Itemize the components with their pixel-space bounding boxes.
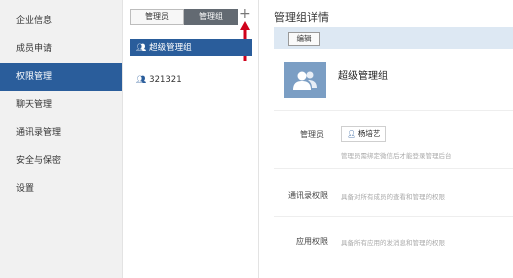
tab-admin-groups[interactable]: 管理组 xyxy=(184,9,238,25)
sidebar-item-contacts-management[interactable]: 通讯录管理 xyxy=(0,119,122,147)
page-title: 管理组详情 xyxy=(274,11,329,24)
group-list-panel: 管理员 管理组 + 👥︎ 超级管理组 👥︎ 321321 xyxy=(122,0,259,278)
sidebar-item-member-requests[interactable]: 成员申请 xyxy=(0,35,122,63)
admin-hint: 管理员需绑定微信后才能登录管理后台 xyxy=(341,152,452,160)
sidebar-item-permissions[interactable]: 权限管理 xyxy=(0,63,122,91)
admin-name: 杨培艺 xyxy=(357,129,381,138)
group-detail-panel: 管理组详情 编辑 超级管理组 管理员 👤︎ 杨培艺 管理员需绑定微信后才能登录管理… xyxy=(258,0,513,278)
app-permission-label: 应用权限 xyxy=(296,237,328,246)
person-icon: 👤︎ xyxy=(347,130,356,138)
group-list-item[interactable]: 👥︎ 超级管理组 xyxy=(130,39,252,56)
divider xyxy=(274,168,513,169)
divider xyxy=(274,216,513,217)
group-label: 321321 xyxy=(149,75,182,85)
group-icon: 👥︎ xyxy=(136,43,147,52)
admin-row-label: 管理员 xyxy=(300,130,324,139)
admin-chip[interactable]: 👤︎ 杨培艺 xyxy=(341,126,387,142)
sidebar: 企业信息 成员申请 权限管理 聊天管理 通讯录管理 安全与保密 设置 xyxy=(0,0,122,278)
sidebar-item-chat-management[interactable]: 聊天管理 xyxy=(0,91,122,119)
tab-bar: 管理员 管理组 xyxy=(130,9,238,25)
group-label: 超级管理组 xyxy=(149,43,192,53)
add-group-button[interactable]: + xyxy=(239,7,251,21)
contacts-permission-label: 通讯录权限 xyxy=(288,191,328,200)
edit-button[interactable]: 编辑 xyxy=(288,32,320,46)
toolbar: 编辑 xyxy=(274,27,513,49)
contacts-permission-hint: 具备对所有成员的查看和管理的权限 xyxy=(341,193,445,201)
tab-admins[interactable]: 管理员 xyxy=(130,9,184,25)
sidebar-item-company-info[interactable]: 企业信息 xyxy=(0,7,122,35)
sidebar-item-security[interactable]: 安全与保密 xyxy=(0,147,122,175)
group-avatar-icon xyxy=(293,71,317,90)
sidebar-item-settings[interactable]: 设置 xyxy=(0,175,122,203)
divider xyxy=(274,110,513,111)
group-icon: 👥︎ xyxy=(136,75,147,84)
app-permission-hint: 具备所有应用的发消息和管理的权限 xyxy=(341,239,445,247)
group-name: 超级管理组 xyxy=(338,71,388,82)
group-list-item[interactable]: 👥︎ 321321 xyxy=(130,71,252,88)
group-avatar xyxy=(284,62,326,98)
